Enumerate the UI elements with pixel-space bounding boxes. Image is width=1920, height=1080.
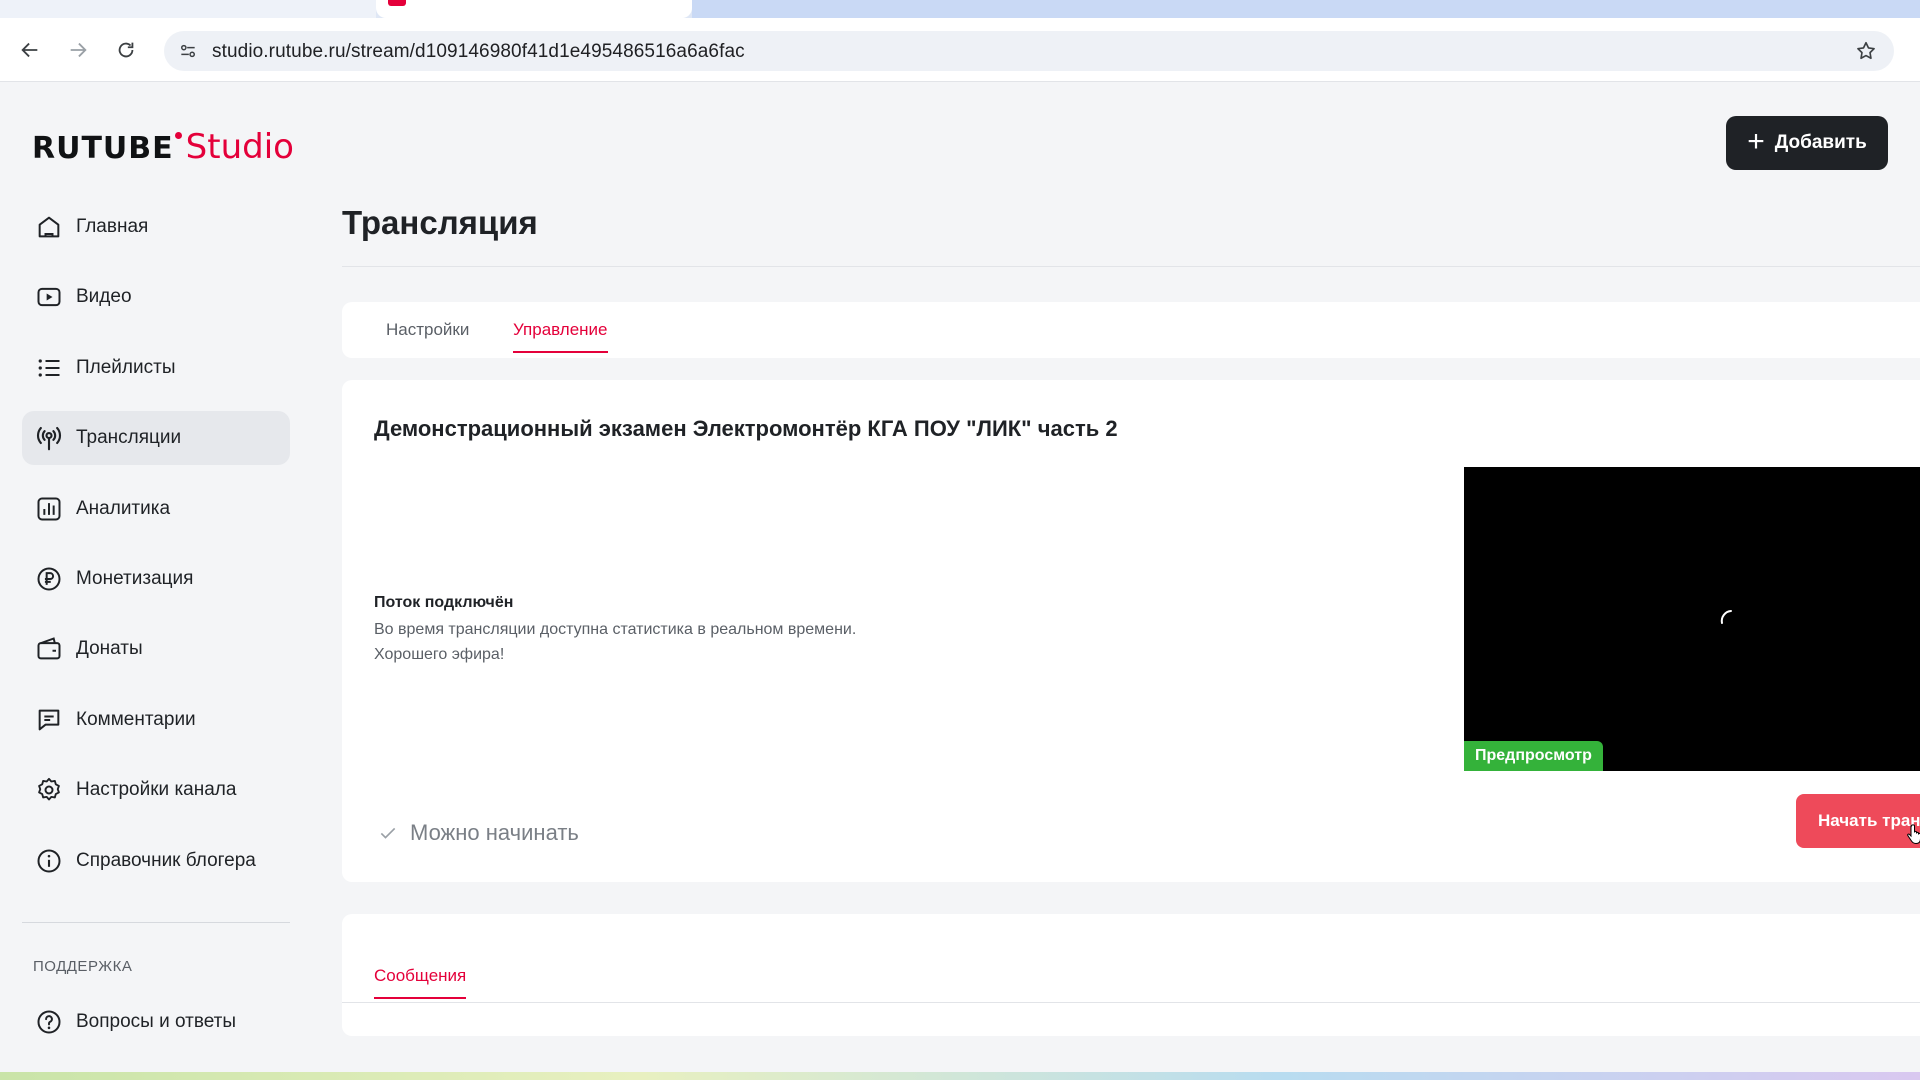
plus-icon: +: [1747, 125, 1765, 158]
sidebar-item-label: Видео: [76, 286, 132, 308]
stream-preview-player[interactable]: Предпросмотр: [1464, 467, 1920, 771]
sidebar-item-channel-settings[interactable]: Настройки канала: [22, 763, 290, 817]
reload-icon: [118, 42, 134, 58]
ruble-icon: [34, 564, 64, 594]
question-icon: [34, 1007, 64, 1037]
address-bar[interactable]: studio.rutube.ru/stream/d109146980f41d1e…: [164, 31, 1894, 71]
video-icon: [34, 282, 64, 312]
stream-status-wish: Хорошего эфира!: [374, 646, 505, 663]
arrow-left-icon: [21, 42, 38, 58]
tabs-card: Настройки Управление: [342, 302, 1920, 358]
ready-indicator: Можно начинать: [378, 820, 579, 846]
title-divider: [342, 266, 1920, 267]
stream-status-text: Во время трансляции доступна статистика …: [374, 621, 857, 638]
sidebar-item-label: Аналитика: [76, 497, 171, 519]
add-button[interactable]: + Добавить: [1726, 116, 1888, 170]
sidebar-item-monetization[interactable]: Монетизация: [22, 552, 290, 606]
tab-management[interactable]: Управление: [513, 320, 608, 353]
browser-toolbar: studio.rutube.ru/stream/d109146980f41d1e…: [0, 18, 1920, 82]
messages-divider: [342, 1002, 1920, 1003]
sidebar-item-blogger-guide[interactable]: Справочник блогера: [22, 834, 290, 888]
sidebar-item-donations[interactable]: Донаты: [22, 622, 290, 676]
logo-studio: Studio: [185, 127, 294, 167]
sidebar-item-video[interactable]: Видео: [22, 270, 290, 324]
sidebar-item-label: Монетизация: [76, 567, 194, 589]
browser-tab-active[interactable]: [376, 0, 692, 18]
forward-button[interactable]: [60, 32, 96, 68]
sidebar-item-playlists[interactable]: Плейлисты: [22, 341, 290, 395]
logo-rutube: RUTUBE: [32, 131, 182, 166]
sidebar-item-label: Трансляции: [76, 427, 182, 449]
sidebar-item-label: Плейлисты: [76, 356, 176, 378]
sidebar-item-faq[interactable]: Вопросы и ответы: [22, 995, 290, 1049]
stream-title: Демонстрационный экзамен Электромонтёр К…: [374, 416, 1118, 441]
list-icon: [34, 353, 64, 383]
url-text[interactable]: studio.rutube.ru/stream/d109146980f41d1e…: [212, 41, 745, 63]
sidebar-divider: [22, 922, 290, 923]
home-icon: [34, 212, 64, 242]
sidebar-item-label: Настройки канала: [76, 779, 237, 801]
back-button[interactable]: [12, 32, 48, 68]
sidebar-item-broadcasts[interactable]: Трансляции: [22, 411, 290, 466]
sidebar-nav: Главная Видео Плейлисты Трансляции Анали…: [22, 200, 290, 904]
sidebar-item-analytics[interactable]: Аналитика: [22, 482, 290, 536]
sidebar-item-label: Главная: [76, 216, 149, 237]
sidebar-item-label: Вопросы и ответы: [76, 1011, 237, 1032]
browser-tab-strip: [0, 0, 1920, 18]
sidebar-item-label: Справочник блогера: [76, 849, 256, 871]
site-settings-icon[interactable]: [174, 37, 202, 65]
page-title: Трансляция: [342, 204, 538, 241]
hand-cursor-icon: [1907, 824, 1920, 845]
sidebar-item-label: Донаты: [76, 638, 143, 660]
comment-icon: [34, 705, 64, 735]
info-icon: [34, 846, 64, 876]
support-section-title: ПОДДЕРЖКА: [33, 958, 133, 975]
stream-status-title: Поток подключён: [374, 594, 514, 611]
wallet-icon: [34, 634, 64, 664]
sidebar-item-label: Комментарии: [76, 708, 196, 730]
bookmark-star-icon[interactable]: [1852, 37, 1880, 65]
bottom-strip: [0, 1072, 1920, 1080]
preview-badge: Предпросмотр: [1464, 741, 1603, 771]
tab-settings[interactable]: Настройки: [386, 320, 469, 340]
reload-button[interactable]: [108, 32, 144, 68]
stream-card: Демонстрационный экзамен Электромонтёр К…: [342, 380, 1920, 882]
sidebar-item-comments[interactable]: Комментарии: [22, 693, 290, 747]
loading-spinner-icon: [1720, 610, 1732, 624]
analytics-icon: [34, 494, 64, 524]
check-icon: [380, 827, 396, 839]
sidebar-item-home[interactable]: Главная: [22, 200, 290, 254]
ready-label: Можно начинать: [410, 820, 579, 845]
rutube-favicon-icon: [388, 0, 406, 6]
add-button-label: Добавить: [1774, 132, 1867, 153]
broadcast-icon: [34, 423, 64, 453]
gear-icon: [34, 775, 64, 805]
arrow-right-icon: [70, 42, 87, 58]
rutube-studio-logo[interactable]: RUTUBE Studio: [32, 124, 294, 164]
browser-tab-inactive-right[interactable]: [692, 0, 1920, 18]
start-stream-button[interactable]: Начать трансляцию: [1796, 794, 1920, 848]
tab-messages[interactable]: Сообщения: [374, 966, 467, 999]
messages-card: Сообщения: [342, 914, 1920, 1036]
browser-tab-inactive[interactable]: [0, 0, 376, 18]
